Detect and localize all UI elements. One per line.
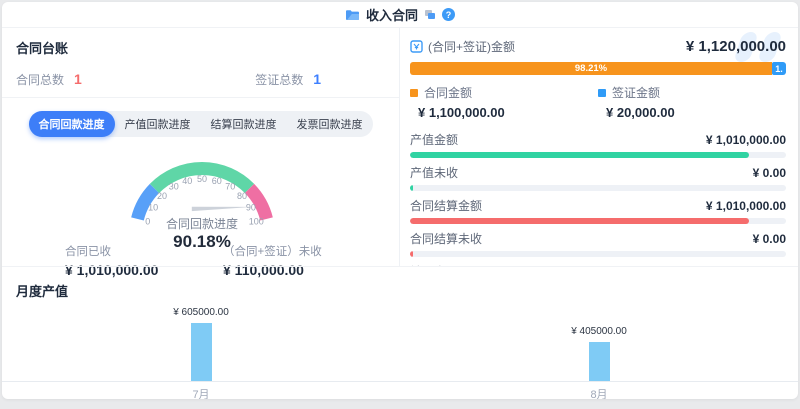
gauge-tick-label: 90 [246, 203, 256, 213]
amount-progress-rows: 产值金额 ¥ 1,010,000.00 产值未收 ¥ 0.00 合同结算金额 ¥ 1,01… [410, 131, 786, 266]
payment-progress-gauge: 0102030405060708090100合同回款进度90.18% [2, 144, 400, 254]
contract-amount-label: 合同金额 [424, 84, 472, 101]
amount-row-1: 产值未收 ¥ 0.00 [410, 164, 786, 191]
header: 收入合同 ? [2, 2, 798, 28]
gauge-tick-label: 60 [212, 176, 222, 186]
contract-ledger-panel: 合同台账 合同总数 1 签证总数 1 合同回款进度产值回款进度结算回款进度发票回… [2, 28, 400, 266]
row-label: 产值金额 [410, 131, 458, 148]
tab-2[interactable]: 结算回款进度 [201, 111, 287, 137]
contract-percent-label: 98.21% [575, 63, 607, 74]
help-icon[interactable]: ? [442, 8, 455, 21]
monthly-bar-7月 [191, 323, 212, 381]
monthly-output-section: 月度产值 ¥ 605000.007月¥ 405000.008月 [2, 266, 798, 399]
row-progress-track [410, 185, 786, 191]
visa-amount-segment: 1. [772, 62, 786, 75]
page-title: 收入合同 [366, 5, 418, 24]
amount-row-2: 合同结算金额 ¥ 1,010,000.00 [410, 197, 786, 224]
gauge-needle [192, 207, 253, 211]
contract-received-label: 合同已收 [65, 243, 158, 259]
folder-icon [345, 9, 360, 21]
bar-value-label: ¥ 605000.00 [173, 307, 229, 318]
gauge-tick-label: 20 [157, 191, 167, 201]
row-progress-fill [410, 218, 749, 224]
x-axis-line [2, 381, 798, 382]
row-progress-fill [410, 152, 749, 158]
gauge-tick-label: 30 [169, 182, 179, 192]
visa-amount-legend-item: 签证金额 ¥ 20,000.00 [598, 84, 786, 120]
amount-summary-panel: (合同+签证)金额 ¥ 1,120,000.00 98.21% 1. 合同金额 [400, 28, 798, 266]
row-progress-fill [410, 185, 413, 191]
row-label: 产值未收 [410, 164, 458, 181]
gauge-tick-label: 10 [148, 203, 158, 213]
x-axis-label: 7月 [192, 386, 209, 399]
ledger-section: 合同台账 合同总数 1 签证总数 1 [2, 28, 399, 98]
row-value: ¥ 0.00 [753, 166, 786, 180]
gauge-tick-label: 80 [237, 191, 247, 201]
row-progress-track [410, 251, 786, 257]
visa-amount-label: 签证金额 [612, 84, 660, 101]
amount-icon [410, 40, 423, 53]
row-value: ¥ 1,010,000.00 [706, 133, 786, 147]
ledger-title: 合同台账 [16, 38, 385, 57]
total-amount-row: (合同+签证)金额 ¥ 1,120,000.00 [410, 38, 786, 55]
gauge-section: 合同回款进度产值回款进度结算回款进度发票回款进度 010203040506070… [2, 111, 399, 278]
contract-legend-swatch [410, 89, 418, 97]
dashboard-card: 收入合同 ? 合同台账 合同总数 1 签证总数 1 [2, 2, 798, 399]
gauge-tick-label: 0 [145, 217, 150, 227]
amount-row-3: 合同结算未收 ¥ 0.00 [410, 230, 786, 257]
visa-legend-swatch [598, 89, 606, 97]
tab-3[interactable]: 发票回款进度 [287, 111, 373, 137]
main-content: 合同台账 合同总数 1 签证总数 1 合同回款进度产值回款进度结算回款进度发票回… [2, 28, 798, 266]
contract-count-stat: 合同总数 1 [16, 71, 82, 88]
total-amount-label: (合同+签证)金额 [428, 38, 515, 55]
x-axis-label: 8月 [590, 386, 607, 399]
gauge-tick-label: 40 [182, 176, 192, 186]
row-value: ¥ 0.00 [753, 232, 786, 246]
contract-count-value: 1 [74, 71, 82, 87]
gauge-title: 合同回款进度 [166, 216, 238, 231]
amount-row-0: 产值金额 ¥ 1,010,000.00 [410, 131, 786, 158]
visa-amount-value: ¥ 20,000.00 [598, 105, 786, 120]
row-label: 合同结算金额 [410, 197, 482, 214]
bar-value-label: ¥ 405000.00 [571, 326, 627, 337]
contract-count-label: 合同总数 [16, 71, 64, 88]
visa-count-label: 签证总数 [255, 71, 303, 88]
row-progress-track [410, 152, 786, 158]
visa-percent-label: 1. [775, 64, 783, 74]
monthly-bar-chart: ¥ 605000.00 7月 ¥ 405000.00 8月 [2, 267, 798, 399]
gauge-tick-label: 70 [225, 182, 235, 192]
amount-legend: 合同金额 ¥ 1,100,000.00 签证金额 ¥ 20,000.00 [410, 84, 786, 120]
row-value: ¥ 1,010,000.00 [706, 199, 786, 213]
contract-amount-value: ¥ 1,100,000.00 [410, 105, 598, 120]
panel-switch-icon[interactable] [424, 9, 436, 20]
progress-tabs: 合同回款进度产值回款进度结算回款进度发票回款进度 [2, 111, 399, 137]
contract-amount-legend-item: 合同金额 ¥ 1,100,000.00 [410, 84, 598, 120]
gauge-tick-label: 100 [249, 217, 264, 227]
total-amount-value: ¥ 1,120,000.00 [686, 38, 786, 55]
contract-visa-split-bar: 98.21% 1. [410, 62, 786, 75]
visa-count-stat: 签证总数 1 [255, 71, 321, 88]
gauge-tick-label: 50 [197, 174, 207, 184]
row-progress-track [410, 218, 786, 224]
row-label: 合同结算未收 [410, 230, 482, 247]
contract-amount-segment: 98.21% [410, 62, 772, 75]
monthly-bar-8月 [589, 342, 610, 381]
row-progress-fill [410, 251, 413, 257]
unreceived-label: （合同+签证）未收 [223, 243, 322, 259]
visa-count-value: 1 [313, 71, 321, 87]
ledger-stats: 合同总数 1 签证总数 1 [16, 71, 385, 88]
tab-1[interactable]: 产值回款进度 [115, 111, 201, 137]
tab-0[interactable]: 合同回款进度 [29, 111, 115, 137]
